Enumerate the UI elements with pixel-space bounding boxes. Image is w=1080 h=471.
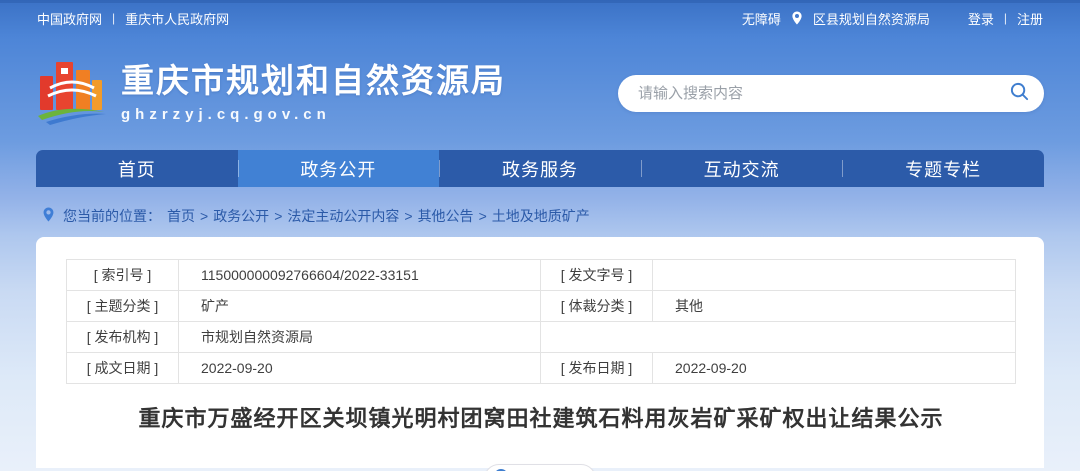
breadcrumb-separator: > bbox=[274, 208, 282, 224]
brand: 重庆市规划和自然资源局 ghzrzyj.cq.gov.cn bbox=[36, 54, 506, 133]
breadcrumb-statutory-disclosure[interactable]: 法定主动公开内容 bbox=[287, 206, 399, 226]
meta-label-genre-category: [ 体裁分类 ] bbox=[541, 291, 653, 322]
breadcrumb: 您当前的位置： 首页 > 政务公开 > 法定主动公开内容 > 其他公告 > 土地… bbox=[36, 202, 1044, 230]
action-pill-button[interactable] bbox=[484, 464, 596, 471]
site-title: 重庆市规划和自然资源局 bbox=[121, 63, 506, 99]
login-link[interactable]: 登录 bbox=[968, 9, 994, 28]
nav-item-home[interactable]: 首页 bbox=[36, 150, 238, 187]
table-row: [ 发布机构 ] 市规划自然资源局 bbox=[67, 322, 1016, 353]
main-nav: 首页 政务公开 政务服务 互动交流 专题专栏 bbox=[36, 150, 1044, 187]
breadcrumb-separator: > bbox=[200, 208, 208, 224]
login-register-separator: | bbox=[1004, 11, 1007, 25]
meta-label-document-number: [ 发文字号 ] bbox=[541, 260, 653, 291]
meta-value-publish-date: 2022-09-20 bbox=[653, 353, 1016, 384]
meta-value-document-number bbox=[653, 260, 1016, 291]
header: 重庆市规划和自然资源局 ghzrzyj.cq.gov.cn bbox=[0, 36, 1080, 150]
breadcrumb-prefix: 您当前的位置： bbox=[63, 206, 161, 226]
topbar-right: 无障碍 区县规划自然资源局 登录 | 注册 bbox=[742, 9, 1043, 28]
meta-label-subject-category: [ 主题分类 ] bbox=[67, 291, 179, 322]
breadcrumb-pin-icon bbox=[42, 207, 55, 225]
meta-label-index-number: [ 索引号 ] bbox=[67, 260, 179, 291]
meta-label-written-date: [ 成文日期 ] bbox=[67, 353, 179, 384]
search-icon bbox=[1009, 81, 1030, 105]
breadcrumb-gov-disclosure[interactable]: 政务公开 bbox=[213, 206, 269, 226]
content-card: [ 索引号 ] 115000000092766604/2022-33151 [ … bbox=[36, 237, 1044, 468]
breadcrumb-home[interactable]: 首页 bbox=[167, 206, 195, 226]
bureau-logo-icon bbox=[36, 54, 108, 133]
topbar: 中国政府网 | 重庆市人民政府网 无障碍 区县规划自然资源局 登录 | 注册 bbox=[0, 0, 1080, 36]
search-box bbox=[618, 75, 1044, 112]
link-chongqing-gov[interactable]: 重庆市人民政府网 bbox=[125, 9, 229, 28]
table-row: [ 主题分类 ] 矿产 [ 体裁分类 ] 其他 bbox=[67, 291, 1016, 322]
meta-value-index-number: 115000000092766604/2022-33151 bbox=[179, 260, 541, 291]
breadcrumb-other-notices[interactable]: 其他公告 bbox=[418, 206, 474, 226]
document-meta-table: [ 索引号 ] 115000000092766604/2022-33151 [ … bbox=[66, 259, 1016, 384]
meta-empty-cell bbox=[541, 322, 1016, 353]
breadcrumb-separator: > bbox=[404, 208, 412, 224]
meta-value-genre-category: 其他 bbox=[653, 291, 1016, 322]
breadcrumb-separator: > bbox=[479, 208, 487, 224]
topbar-left: 中国政府网 | 重庆市人民政府网 bbox=[37, 9, 229, 28]
table-row: [ 成文日期 ] 2022-09-20 [ 发布日期 ] 2022-09-20 bbox=[67, 353, 1016, 384]
district-bureau-link[interactable]: 区县规划自然资源局 bbox=[813, 9, 930, 28]
topbar-separator: | bbox=[112, 11, 115, 25]
nav-item-interaction[interactable]: 互动交流 bbox=[641, 150, 843, 187]
meta-label-publish-date: [ 发布日期 ] bbox=[541, 353, 653, 384]
accessibility-link[interactable]: 无障碍 bbox=[742, 9, 781, 28]
meta-value-issuing-agency: 市规划自然资源局 bbox=[179, 322, 541, 353]
meta-value-written-date: 2022-09-20 bbox=[179, 353, 541, 384]
search-input[interactable] bbox=[638, 85, 1009, 102]
link-china-gov[interactable]: 中国政府网 bbox=[37, 9, 102, 28]
table-row: [ 索引号 ] 115000000092766604/2022-33151 [ … bbox=[67, 260, 1016, 291]
location-pin-icon bbox=[791, 11, 803, 25]
nav-item-gov-disclosure[interactable]: 政务公开 bbox=[238, 150, 440, 187]
nav-item-gov-services[interactable]: 政务服务 bbox=[439, 150, 641, 187]
meta-value-subject-category: 矿产 bbox=[179, 291, 541, 322]
brand-text: 重庆市规划和自然资源局 ghzrzyj.cq.gov.cn bbox=[121, 63, 506, 123]
meta-label-issuing-agency: [ 发布机构 ] bbox=[67, 322, 179, 353]
top-edge-strip bbox=[0, 0, 1080, 3]
register-link[interactable]: 注册 bbox=[1017, 9, 1043, 28]
site-url: ghzrzyj.cq.gov.cn bbox=[121, 106, 506, 123]
nav-item-special-columns[interactable]: 专题专栏 bbox=[842, 150, 1044, 187]
article-title: 重庆市万盛经开区关坝镇光明村团窝田社建筑石料用灰岩矿采矿权出让结果公示 bbox=[66, 405, 1016, 434]
search-button[interactable] bbox=[1009, 81, 1030, 105]
page: 中国政府网 | 重庆市人民政府网 无障碍 区县规划自然资源局 登录 | 注册 bbox=[0, 0, 1080, 471]
breadcrumb-land-minerals[interactable]: 土地及地质矿产 bbox=[492, 206, 590, 226]
